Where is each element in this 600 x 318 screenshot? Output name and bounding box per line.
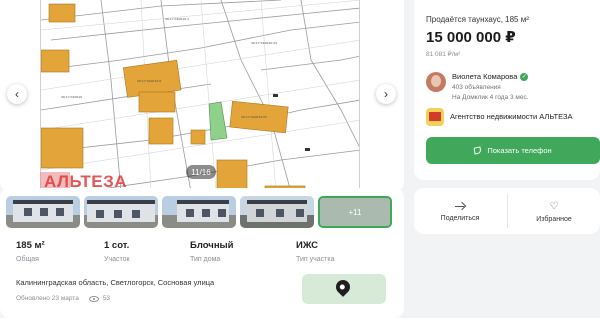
thumbnail[interactable] (6, 196, 80, 228)
favorite-button[interactable]: ♡ Избранное (508, 194, 600, 230)
param-value: ИЖС (296, 240, 319, 251)
photo-counter: 11/16 (186, 165, 216, 179)
param-plot-type: ИЖС Тип участка (296, 240, 334, 263)
param-value: 1 сот. (104, 240, 130, 251)
share-button[interactable]: Поделиться (414, 194, 506, 230)
param-label: Общая (16, 256, 39, 263)
svg-text:39:17:010010:9: 39:17:010010:9 (137, 79, 161, 83)
prev-photo-button[interactable]: ‹ (7, 84, 27, 104)
thumbnail-active[interactable]: +11 (318, 196, 392, 228)
param-plot: 1 сот. Участок (104, 240, 130, 263)
favorite-label: Избранное (536, 215, 572, 223)
update-info: Обновлено 23 марта 53 (16, 295, 110, 302)
check-icon: ✓ (520, 72, 529, 81)
thumbnail[interactable] (240, 196, 314, 228)
avatar (426, 72, 446, 92)
agency-logo (426, 108, 444, 126)
more-photos-count: +11 (320, 198, 390, 226)
agent-name: Виолета Комарова (452, 72, 518, 81)
svg-text:39:17:010010:55: 39:17:010010:55 (241, 115, 267, 119)
heart-icon: ♡ (549, 200, 559, 212)
param-label: Участок (104, 256, 130, 263)
price-per-meter: 81 081 ₽/м² (426, 51, 461, 58)
photo-gallery[interactable]: 39:17:010010:1 39:17:010010:24 39:17:010… (0, 0, 404, 192)
phone-icon (473, 146, 482, 155)
listing-title: Продаётся таунхаус, 185 м² (426, 15, 529, 24)
thumbnail[interactable] (162, 196, 236, 228)
next-photo-button[interactable]: › (376, 84, 396, 104)
eye-icon (88, 295, 99, 302)
price-card: Продаётся таунхаус, 185 м² 15 000 000 ₽ … (414, 0, 600, 180)
share-label: Поделиться (440, 214, 480, 222)
actions-card: Поделиться ♡ Избранное (414, 188, 600, 234)
param-area: 185 м² Общая (16, 240, 45, 263)
chevron-left-icon: ‹ (15, 87, 19, 101)
svg-text:39:17:010010:24: 39:17:010010:24 (251, 41, 277, 45)
thumbnail[interactable] (84, 196, 158, 228)
site-plan-image[interactable]: 39:17:010010:1 39:17:010010:24 39:17:010… (40, 0, 360, 192)
param-value: 185 м² (16, 240, 45, 251)
param-label: Тип участка (296, 256, 335, 263)
param-house-type: Блочный Тип дома (190, 240, 234, 263)
share-icon (455, 203, 465, 211)
updated-date: Обновлено 23 марта (16, 295, 79, 302)
chevron-right-icon: › (384, 87, 388, 101)
listing-price: 15 000 000 ₽ (426, 29, 516, 46)
agency-info[interactable]: Агентство недвижимости АЛЬТЕЗА (426, 108, 596, 126)
svg-text:39:17:010010:1: 39:17:010010:1 (165, 17, 189, 21)
param-value: Блочный (190, 240, 234, 251)
views-count: 53 (102, 295, 111, 302)
show-phone-label: Показать телефон (487, 146, 552, 155)
param-label: Тип дома (190, 256, 221, 263)
agent-info[interactable]: Виолета Комарова ✓ 403 объявления На Дом… (426, 70, 596, 104)
svg-text:39:17:010010: 39:17:010010 (61, 95, 82, 99)
listing-details: 185 м² Общая 1 сот. Участок Блочный Тип … (0, 228, 404, 318)
show-phone-button[interactable]: Показать телефон (426, 137, 600, 164)
address-text: Калининградская область, Светлогорск, Со… (16, 278, 215, 287)
agent-listings-count: 403 объявления (452, 84, 501, 91)
map-pin-icon (333, 277, 353, 297)
agent-name-row: Виолета Комарова ✓ (452, 72, 529, 81)
agent-since: На Домклик 4 года 3 мес. (452, 94, 529, 101)
site-plan-drawing: 39:17:010010:1 39:17:010010:24 39:17:010… (41, 0, 359, 192)
mini-map[interactable] (302, 274, 386, 304)
agency-name: Агентство недвижимости АЛЬТЕЗА (450, 112, 573, 121)
